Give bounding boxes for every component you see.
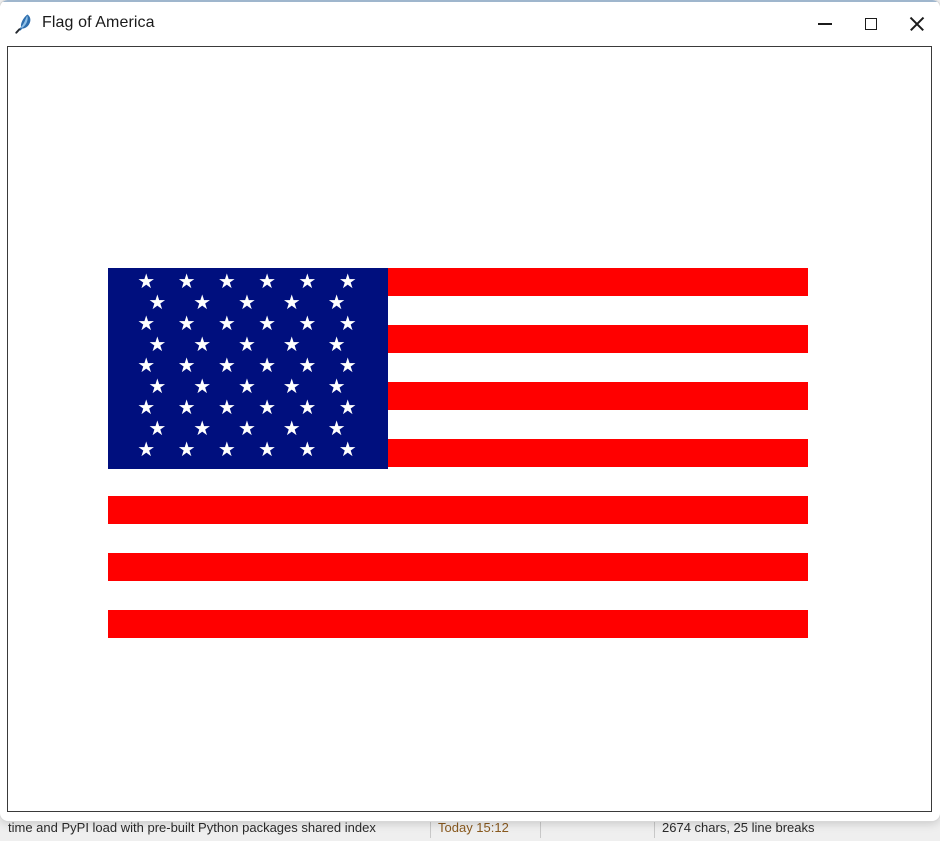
app-window: Flag of America ★ ★ ★ ★ ★ ★ ★ ★ ★ ★ ★ ★ ★ ★ ★ ★ ★ ★ ★ ★ ★ ★ ★ ★…	[0, 0, 940, 821]
flag-star: ★	[137, 269, 156, 294]
close-button[interactable]	[894, 2, 940, 46]
window-caption-buttons	[802, 2, 940, 46]
title-bar[interactable]: Flag of America	[0, 0, 940, 45]
flag-star: ★	[177, 437, 196, 462]
minimize-button[interactable]	[802, 2, 848, 46]
flag-star: ★	[177, 353, 196, 378]
flag-star: ★	[217, 269, 236, 294]
maximize-button[interactable]	[848, 2, 894, 46]
flag-star: ★	[177, 395, 196, 420]
flag-star: ★	[148, 416, 167, 441]
flag-star: ★	[298, 311, 317, 336]
flag-red-stripe	[108, 553, 808, 581]
flag-star: ★	[217, 311, 236, 336]
flag-star: ★	[177, 269, 196, 294]
flag-star: ★	[327, 374, 346, 399]
flag-star: ★	[282, 332, 301, 357]
flag-star: ★	[327, 332, 346, 357]
flag-canton: ★ ★ ★ ★ ★ ★ ★ ★ ★ ★ ★ ★ ★ ★ ★ ★ ★ ★ ★ ★ ★ ★ ★ ★ ★ ★ ★ ★ ★ ★ ★ ★ ★ ★ ★ ★ ★ ★ ★ ★…	[108, 268, 388, 469]
flag-star: ★	[193, 374, 212, 399]
flag-star: ★	[338, 437, 357, 462]
background-status-left-text: time and PyPI load with pre-built Python…	[8, 820, 376, 835]
flag-star: ★	[238, 416, 256, 441]
flag-star: ★	[258, 353, 277, 378]
flag-star: ★	[327, 416, 346, 441]
background-app-statusbar: time and PyPI load with pre-built Python…	[0, 820, 940, 841]
flag-star: ★	[148, 374, 167, 399]
background-status-separator-2	[540, 820, 541, 838]
flag-star: ★	[338, 353, 357, 378]
flag-star: ★	[177, 311, 196, 336]
flag-star: ★	[258, 269, 277, 294]
flag-star: ★	[258, 311, 277, 336]
flag-drawing: ★ ★ ★ ★ ★ ★ ★ ★ ★ ★ ★ ★ ★ ★ ★ ★ ★ ★ ★ ★ ★ ★ ★ ★ ★ ★ ★ ★ ★ ★ ★ ★ ★ ★ ★ ★ ★ ★ ★ ★…	[108, 268, 808, 639]
flag-star: ★	[148, 290, 167, 315]
flag-star: ★	[298, 353, 317, 378]
flag-star: ★	[258, 395, 277, 420]
flag-star: ★	[298, 269, 317, 294]
background-status-separator-3	[654, 820, 655, 838]
flag-star: ★	[193, 332, 212, 357]
flag-star: ★	[193, 290, 212, 315]
python-feather-icon	[14, 13, 34, 35]
flag-star: ★	[282, 290, 301, 315]
background-status-separator-1	[430, 820, 431, 838]
window-title: Flag of America	[42, 14, 155, 31]
flag-star: ★	[258, 437, 277, 462]
flag-star: ★	[217, 395, 236, 420]
flag-star: ★	[137, 395, 156, 420]
flag-star: ★	[217, 437, 236, 462]
maximize-icon	[865, 18, 877, 30]
screen: time and PyPI load with pre-built Python…	[0, 0, 940, 841]
flag-star: ★	[298, 437, 317, 462]
background-status-timestamp: Today 15:12	[438, 820, 509, 835]
flag-star: ★	[338, 311, 357, 336]
background-app-strip: time and PyPI load with pre-built Python…	[0, 820, 940, 841]
flag-star: ★	[238, 332, 256, 357]
tk-canvas[interactable]: ★ ★ ★ ★ ★ ★ ★ ★ ★ ★ ★ ★ ★ ★ ★ ★ ★ ★ ★ ★ ★ ★ ★ ★ ★ ★ ★ ★ ★ ★ ★ ★ ★ ★ ★ ★ ★ ★ ★ ★…	[7, 46, 932, 812]
flag-star: ★	[338, 395, 357, 420]
flag-star: ★	[298, 395, 317, 420]
flag-star: ★	[282, 374, 301, 399]
minimize-icon	[818, 23, 832, 25]
flag-star: ★	[217, 353, 236, 378]
flag-star: ★	[137, 311, 156, 336]
flag-star: ★	[238, 290, 256, 315]
flag-star: ★	[338, 269, 357, 294]
flag-star: ★	[193, 416, 212, 441]
flag-star: ★	[137, 437, 156, 462]
flag-star: ★	[148, 332, 167, 357]
background-status-char-count: 2674 chars, 25 line breaks	[662, 820, 815, 835]
flag-star: ★	[137, 353, 156, 378]
flag-red-stripe	[108, 496, 808, 524]
flag-star: ★	[327, 290, 346, 315]
flag-star: ★	[238, 374, 256, 399]
flag-star: ★	[282, 416, 301, 441]
close-icon	[909, 16, 925, 32]
flag-red-stripe	[108, 610, 808, 638]
